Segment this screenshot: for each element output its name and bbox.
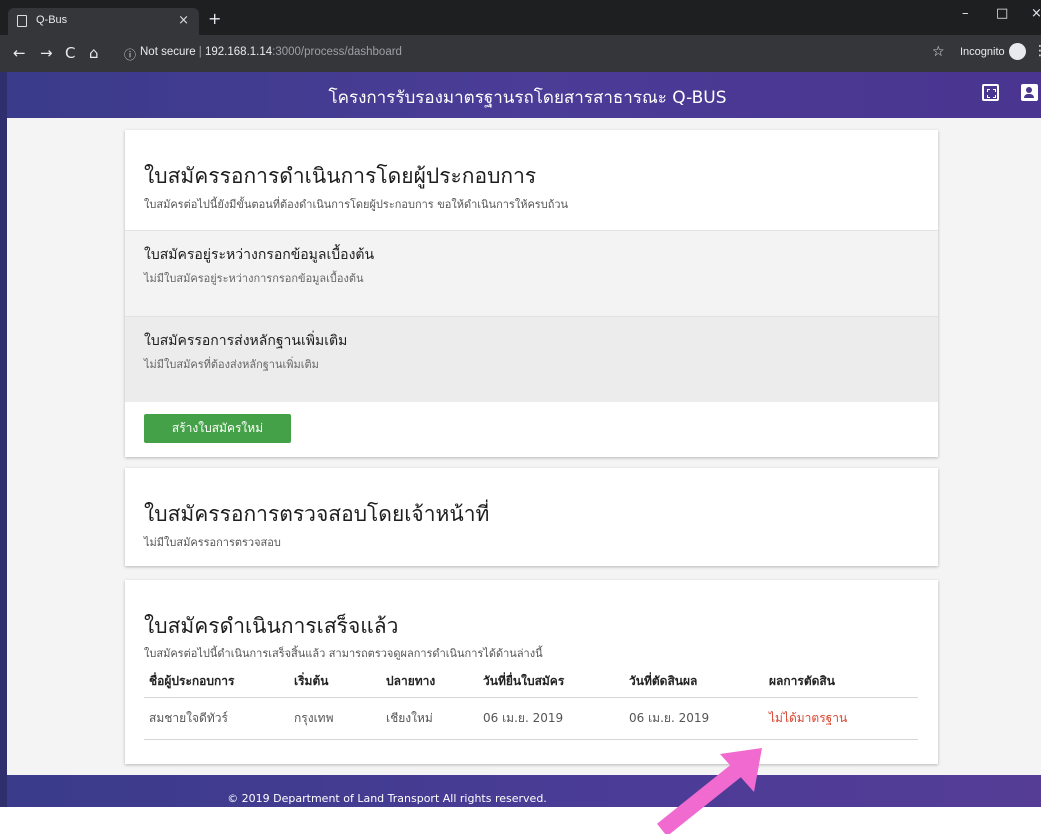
table-row[interactable]: สมชายใจดีทัวร์ กรุงเทพ เชียงใหม่ 06 เม.ย…	[144, 697, 918, 740]
column-header-submit-date: วันที่ยื่นใบสมัคร	[478, 667, 624, 698]
cell-submit-date: 06 เม.ย. 2019	[478, 697, 624, 740]
browser-toolbar: ← → C ⌂ ⓘ Not secure | 192.168.1.14:3000…	[0, 35, 1041, 72]
browser-menu-icon[interactable]: ⋮	[1033, 43, 1041, 59]
draft-section-subtitle: ไม่มีใบสมัครอยู่ระหว่างการกรอกข้อมูลเบื้…	[144, 272, 364, 285]
user-profile-icon[interactable]	[1021, 84, 1038, 101]
fullscreen-icon[interactable]	[982, 84, 999, 101]
draft-section-title: ใบสมัครอยู่ระหว่างกรอกข้อมูลเบื้องต้น	[144, 247, 375, 263]
tab-title: Q-Bus	[36, 14, 68, 26]
completed-card: ใบสมัครดำเนินการเสร็จแล้ว ใบสมัครต่อไปนี…	[125, 580, 938, 764]
evidence-section-subtitle: ไม่มีใบสมัครที่ต้องส่งหลักฐานเพิ่มเติม	[144, 358, 319, 371]
page-icon	[17, 15, 27, 27]
tab-close-icon[interactable]: ×	[178, 13, 189, 28]
browser-tab[interactable]: Q-Bus ×	[8, 8, 199, 35]
page-footer: © 2019 Department of Land Transport All …	[0, 775, 1041, 807]
operator-card-subtitle: ใบสมัครต่อไปนี้ยังมีขั้นตอนที่ต้องดำเนิน…	[144, 198, 569, 211]
cell-origin: กรุงเทพ	[289, 697, 381, 740]
incognito-label: Incognito	[960, 46, 1005, 58]
page-body: ใบสมัครรอการดำเนินการโดยผู้ประกอบการ ใบส…	[0, 118, 1041, 775]
app-title: โครงการรับรองมาตรฐานรถโดยสารสาธารณะ Q-BU…	[328, 88, 727, 108]
url-text: Not secure | 192.168.1.14:3000/process/d…	[140, 46, 402, 58]
forward-icon[interactable]: →	[40, 44, 53, 62]
column-header-destination: ปลายทาง	[381, 667, 478, 698]
column-header-result: ผลการตัดสิน	[764, 667, 918, 698]
evidence-section-title: ใบสมัครรอการส่งหลักฐานเพิ่มเติม	[144, 333, 348, 349]
reload-icon[interactable]: C	[65, 44, 75, 62]
app-header: โครงการรับรองมาตรฐานรถโดยสารสาธารณะ Q-BU…	[0, 72, 1041, 118]
home-icon[interactable]: ⌂	[89, 44, 99, 62]
inspection-pending-card: ใบสมัครรอการตรวจสอบโดยเจ้าหน้าที่ ไม่มีใ…	[125, 468, 938, 566]
bookmark-star-icon[interactable]: ☆	[932, 44, 945, 60]
security-label: Not secure	[140, 46, 196, 58]
url-host: 192.168.1.14	[205, 46, 273, 58]
cell-decision-date: 06 เม.ย. 2019	[624, 697, 764, 740]
window-close-icon[interactable]: ×	[1031, 6, 1041, 21]
cell-destination: เชียงใหม่	[381, 697, 478, 740]
table-header-row: ชื่อผู้ประกอบการ เริ่มต้น ปลายทาง วันที่…	[144, 667, 918, 698]
maximize-icon[interactable]: □	[996, 6, 1008, 21]
info-icon[interactable]: ⓘ	[124, 46, 136, 63]
completed-card-subtitle: ใบสมัครต่อไปนี้ดำเนินการเสร็จสิ้นแล้ว สา…	[144, 647, 543, 660]
back-icon[interactable]: ←	[13, 44, 26, 62]
evidence-section: ใบสมัครรอการส่งหลักฐานเพิ่มเติม ไม่มีใบส…	[125, 316, 938, 402]
inspection-card-title: ใบสมัครรอการตรวจสอบโดยเจ้าหน้าที่	[144, 502, 490, 526]
operator-card-title: ใบสมัครรอการดำเนินการโดยผู้ประกอบการ	[144, 164, 537, 188]
draft-section: ใบสมัครอยู่ระหว่างกรอกข้อมูลเบื้องต้น ไม…	[125, 230, 938, 316]
inspection-card-subtitle: ไม่มีใบสมัครรอการตรวจสอบ	[144, 536, 281, 549]
url-path: :3000/process/dashboard	[272, 46, 402, 58]
operator-pending-card: ใบสมัครรอการดำเนินการโดยผู้ประกอบการ ใบส…	[125, 130, 938, 457]
create-application-button[interactable]: สร้างใบสมัครใหม่	[144, 414, 291, 443]
new-tab-button[interactable]: +	[208, 9, 221, 28]
incognito-icon[interactable]	[1009, 43, 1026, 60]
browser-titlebar: Q-Bus × + – □ ×	[0, 0, 1041, 35]
address-bar[interactable]: ⓘ Not secure | 192.168.1.14:3000/process…	[110, 40, 930, 67]
column-header-origin: เริ่มต้น	[289, 667, 381, 698]
cell-operator: สมชายใจดีทัวร์	[144, 697, 289, 740]
completed-card-title: ใบสมัครดำเนินการเสร็จแล้ว	[144, 614, 399, 638]
minimize-icon[interactable]: –	[962, 6, 969, 21]
column-header-decision-date: วันที่ตัดสินผล	[624, 667, 764, 698]
column-header-operator: ชื่อผู้ประกอบการ	[144, 667, 289, 698]
page-bottom-area	[0, 807, 1041, 832]
annotation-arrow-icon	[657, 748, 762, 834]
results-table: ชื่อผู้ประกอบการ เริ่มต้น ปลายทาง วันที่…	[144, 667, 918, 740]
cell-result-status[interactable]: ไม่ได้มาตรฐาน	[764, 697, 918, 740]
